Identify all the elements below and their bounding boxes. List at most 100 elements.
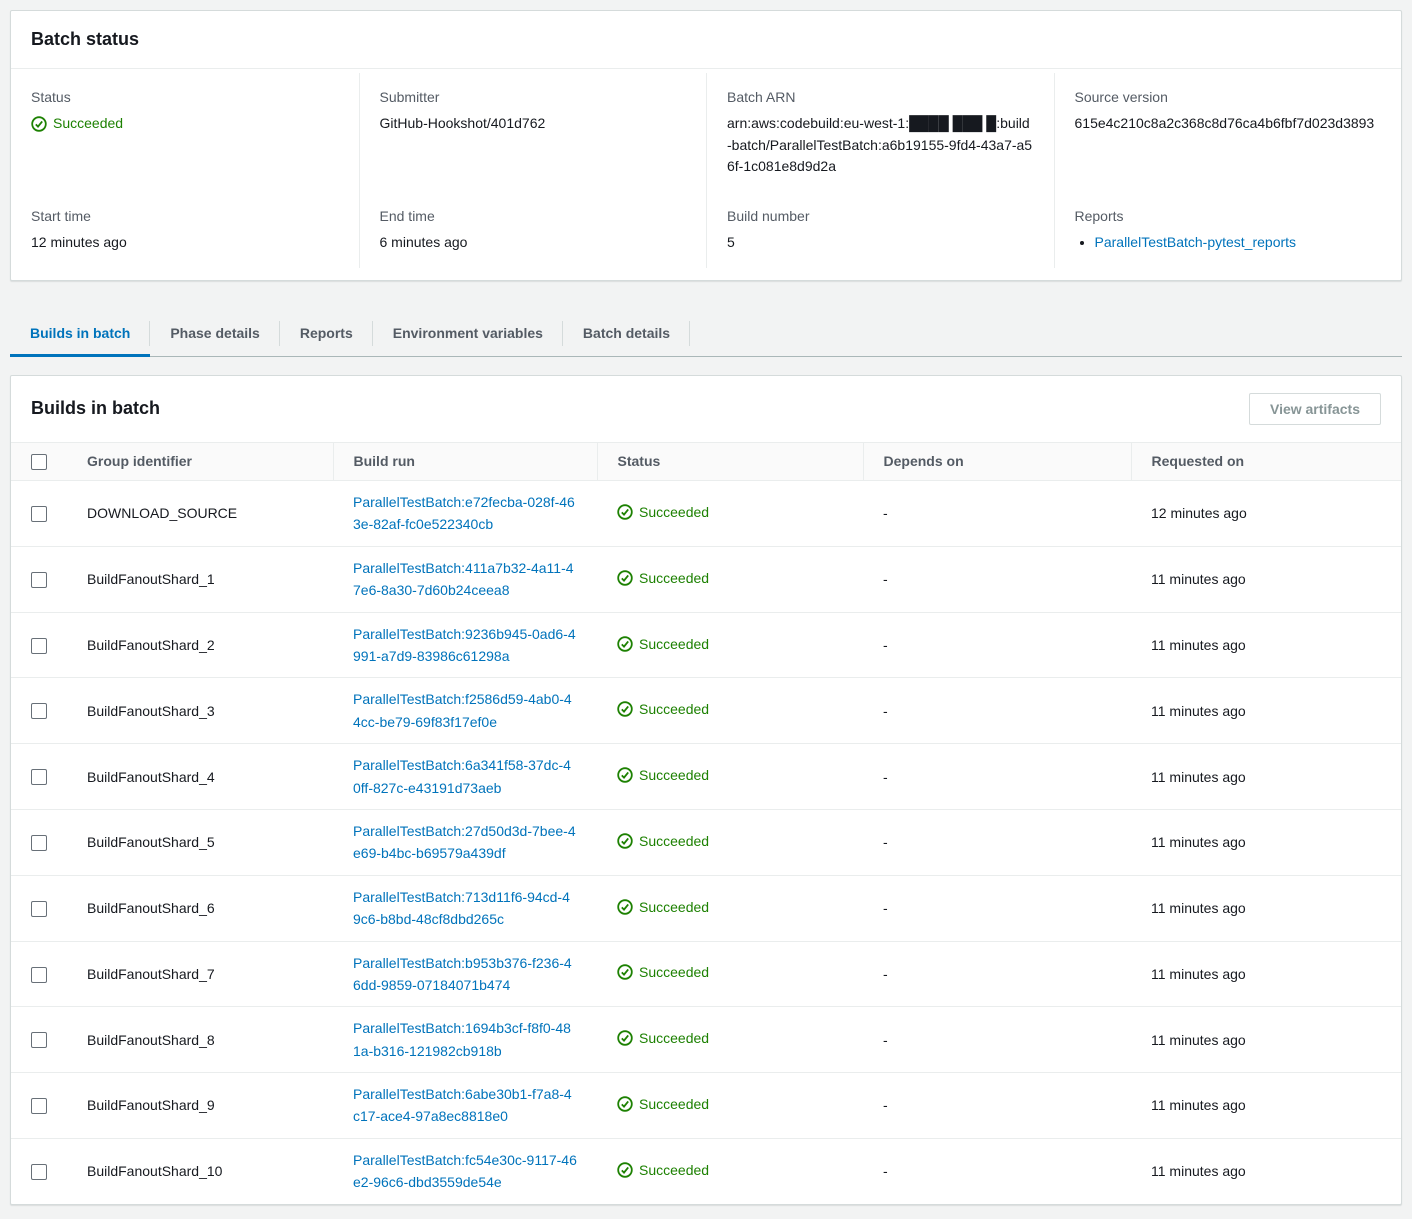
submitter-value: GitHub-Hookshot/401d762 <box>379 115 546 131</box>
build-run-link[interactable]: ParallelTestBatch:fc54e30c-9117-46e2-96c… <box>353 1149 577 1194</box>
row-checkbox[interactable] <box>31 703 47 720</box>
build-run-link[interactable]: ParallelTestBatch:6abe30b1-f7a8-4c17-ace… <box>353 1083 577 1128</box>
status-text: Succeeded <box>639 1161 710 1178</box>
success-check-icon <box>617 767 633 783</box>
field-build-number: Build number 5 <box>706 192 1054 268</box>
field-batch-arn: Batch ARN arn:aws:codebuild:eu-west-1:██… <box>706 73 1054 193</box>
table-row: BuildFanoutShard_4 ParallelTestBatch:6a3… <box>11 743 1401 810</box>
requested-on: 11 minutes ago <box>1131 874 1401 942</box>
batch-status-card-header: Batch status <box>11 11 1401 69</box>
status-cell: Succeeded <box>597 545 863 613</box>
build-run-link[interactable]: ParallelTestBatch:9236b945-0ad6-4991-a7d… <box>353 623 577 668</box>
header-checkbox-cell <box>11 441 67 482</box>
tab-batch-details[interactable]: Batch details <box>563 311 691 356</box>
status-badge: Succeeded <box>31 113 123 135</box>
group-identifier: BuildFanoutShard_9 <box>67 1072 333 1139</box>
build-run-cell: ParallelTestBatch:9236b945-0ad6-4991-a7d… <box>333 611 597 678</box>
row-checkbox[interactable] <box>31 637 47 654</box>
build-run-cell: ParallelTestBatch:e72fecba-028f-463e-82a… <box>333 481 597 547</box>
status-text: Succeeded <box>639 1095 710 1112</box>
batch-status-fields: Status Succeeded Submitter GitHub-Hooksh… <box>11 69 1401 280</box>
success-check-icon <box>617 1096 633 1112</box>
report-link[interactable]: ParallelTestBatch-pytest_reports <box>1095 234 1297 250</box>
depends-on: - <box>863 808 1131 876</box>
build-run-link[interactable]: ParallelTestBatch:411a7b32-4a11-47e6-8a3… <box>353 557 577 602</box>
builds-table-header-row: Group identifier Build run Status Depend… <box>11 441 1401 482</box>
status-badge: Succeeded <box>617 767 709 783</box>
row-checkbox[interactable] <box>31 900 47 917</box>
tab-builds-in-batch[interactable]: Builds in batch <box>10 311 151 357</box>
tab-label: Batch details <box>582 324 671 341</box>
build-run-link[interactable]: ParallelTestBatch:1694b3cf-f8f0-481a-b31… <box>353 1017 577 1062</box>
table-row: BuildFanoutShard_3 ParallelTestBatch:f25… <box>11 677 1401 744</box>
depends-on: - <box>863 940 1131 1007</box>
row-checkbox[interactable] <box>31 966 47 983</box>
row-checkbox[interactable] <box>31 1098 47 1115</box>
depends-on: - <box>863 611 1131 678</box>
table-row: DOWNLOAD_SOURCE ParallelTestBatch:e72fec… <box>11 481 1401 547</box>
row-checkbox-cell <box>11 940 67 1007</box>
group-identifier: BuildFanoutShard_3 <box>67 677 333 744</box>
row-checkbox[interactable] <box>31 834 47 851</box>
tab-phase-details[interactable]: Phase details <box>150 311 280 356</box>
table-row: BuildFanoutShard_7 ParallelTestBatch:b95… <box>11 940 1401 1007</box>
build-run-link[interactable]: ParallelTestBatch:b953b376-f236-46dd-985… <box>353 952 577 997</box>
row-checkbox[interactable] <box>31 1032 47 1049</box>
start-time-label: Start time <box>31 208 91 225</box>
build-run-link[interactable]: ParallelTestBatch:f2586d59-4ab0-44cc-be7… <box>353 688 577 733</box>
group-identifier: BuildFanoutShard_1 <box>67 545 333 613</box>
status-text: Succeeded <box>639 898 710 915</box>
row-checkbox[interactable] <box>31 1163 47 1180</box>
row-checkbox-cell <box>11 1072 67 1139</box>
batch-status-title: Batch status <box>31 29 140 49</box>
depends-on: - <box>863 545 1131 613</box>
status-cell: Succeeded <box>597 874 863 942</box>
status-text: Succeeded <box>639 832 710 849</box>
success-check-icon <box>617 701 633 717</box>
build-number-label: Build number <box>727 208 810 225</box>
build-run-link[interactable]: ParallelTestBatch:713d11f6-94cd-49c6-b8b… <box>353 886 577 931</box>
status-label: Status <box>31 89 71 105</box>
status-text: Succeeded <box>639 1030 710 1047</box>
table-row: BuildFanoutShard_10 ParallelTestBatch:fc… <box>11 1137 1401 1204</box>
submitter-label: Submitter <box>379 89 440 105</box>
status-cell: Succeeded <box>597 677 863 744</box>
tab-environment-variables[interactable]: Environment variables <box>373 311 564 356</box>
status-cell: Succeeded <box>597 1137 863 1204</box>
end-time-label: End time <box>379 208 435 225</box>
view-artifacts-button[interactable]: View artifacts <box>1248 392 1381 425</box>
table-row: BuildFanoutShard_1 ParallelTestBatch:411… <box>11 545 1401 613</box>
depends-on: - <box>863 1072 1131 1139</box>
status-badge: Succeeded <box>617 570 709 586</box>
status-text: Succeeded <box>639 503 710 520</box>
requested-on: 11 minutes ago <box>1131 1072 1401 1139</box>
status-badge: Succeeded <box>617 504 709 520</box>
source-version-value: 615e4c210c8a2c368c8d76ca4b6fbf7d023d3893 <box>1074 115 1375 131</box>
column-header-group-identifier: Group identifier <box>67 441 333 482</box>
status-cell: Succeeded <box>597 743 863 810</box>
table-row: BuildFanoutShard_5 ParallelTestBatch:27d… <box>11 808 1401 876</box>
build-run-link[interactable]: ParallelTestBatch:6a341f58-37dc-40ff-827… <box>353 754 577 799</box>
select-all-checkbox[interactable] <box>31 454 47 471</box>
success-check-icon <box>617 1030 633 1046</box>
batch-arn-value: arn:aws:codebuild:eu-west-1:████ ███ █:b… <box>727 115 1033 175</box>
status-cell: Succeeded <box>597 481 863 547</box>
success-check-icon <box>617 570 633 586</box>
status-badge: Succeeded <box>617 833 709 849</box>
group-identifier: BuildFanoutShard_8 <box>67 1006 333 1073</box>
batch-status-card: Batch status Status Succeeded Submitter <box>10 10 1402 281</box>
row-checkbox[interactable] <box>31 769 47 786</box>
requested-on: 11 minutes ago <box>1131 940 1401 1007</box>
tab-label: Builds in batch <box>30 324 131 341</box>
row-checkbox-cell <box>11 677 67 744</box>
table-row: BuildFanoutShard_8 ParallelTestBatch:169… <box>11 1006 1401 1073</box>
status-text: Succeeded <box>639 701 710 718</box>
build-run-link[interactable]: ParallelTestBatch:e72fecba-028f-463e-82a… <box>353 491 577 536</box>
tab-label: Reports <box>299 324 353 341</box>
row-checkbox[interactable] <box>31 571 47 588</box>
tab-reports[interactable]: Reports <box>280 311 373 356</box>
build-run-link[interactable]: ParallelTestBatch:27d50d3d-7bee-4e69-b4b… <box>353 820 577 865</box>
builds-in-batch-header: Builds in batch View artifacts <box>11 376 1401 442</box>
row-checkbox[interactable] <box>31 506 47 523</box>
depends-on: - <box>863 874 1131 942</box>
